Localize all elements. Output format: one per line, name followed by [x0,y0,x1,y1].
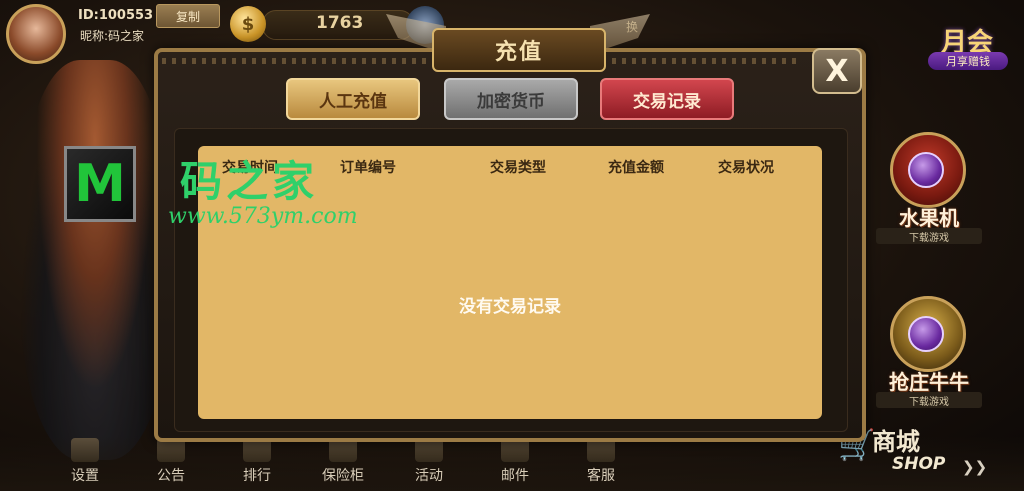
watermark-logo-letter: M [74,154,126,214]
nav-label: 排行 [243,468,271,484]
column-header-status: 交易状况 [718,160,774,176]
coin-icon: $ [230,6,266,42]
arrow-right-icon: ❯❯ [962,458,988,476]
settings-icon [71,438,99,462]
tab-manual-recharge[interactable]: 人工充值 [286,78,420,120]
nav-label: 设置 [71,468,99,484]
nav-label: 活动 [415,468,443,484]
close-button[interactable]: X [812,48,862,94]
shop-subtitle: SHOP [892,454,946,474]
nickname: 昵称:码之家 [80,29,145,43]
avatar[interactable] [6,4,66,64]
background-character [20,60,170,460]
nav-label: 公告 [157,468,185,484]
game-card-niuniu[interactable]: 抢庄牛牛 下载游戏 [870,288,988,408]
tab-transaction-records[interactable]: 交易记录 [600,78,734,120]
tab-crypto[interactable]: 加密货币 [444,78,578,120]
dialog-title: 充值 [432,28,606,72]
empty-state-text: 没有交易记录 [459,297,561,317]
game-name: 水果机 [899,206,959,230]
nav-label: 保险柜 [322,468,364,484]
download-game-button[interactable]: 下载游戏 [876,392,982,408]
nav-label: 邮件 [501,468,529,484]
play-icon [908,152,944,188]
watermark-url: www.573ym.com [168,204,358,229]
nav-activity[interactable]: 活动 [394,438,464,490]
watermark-logo: M [64,146,136,222]
shop-title: 商城 [872,428,920,456]
download-game-button[interactable]: 下载游戏 [876,228,982,244]
nav-mail[interactable]: 邮件 [480,438,550,490]
user-id: ID:100553 [78,8,154,23]
nav-label: 客服 [587,468,615,484]
nav-ranking[interactable]: 排行 [222,438,292,490]
nav-announcement[interactable]: 公告 [136,438,206,490]
watermark-text: 码之家 [180,157,319,206]
nav-safe[interactable]: 保险柜 [308,438,378,490]
column-header-type: 交易类型 [490,160,546,176]
column-header-amount: 充值金额 [608,160,664,176]
monthly-promo-subtitle[interactable]: 月享赠钱 [928,52,1008,70]
column-header-order: 订单编号 [340,160,396,176]
nav-settings[interactable]: 设置 [50,438,120,490]
nav-support[interactable]: 客服 [566,438,636,490]
copy-button[interactable]: 复制 [156,4,220,28]
coin-balance: 1763 [316,13,364,33]
game-name: 抢庄牛牛 [889,370,969,394]
play-icon [908,316,944,352]
game-card-fruit[interactable]: 水果机 下载游戏 [870,124,988,244]
